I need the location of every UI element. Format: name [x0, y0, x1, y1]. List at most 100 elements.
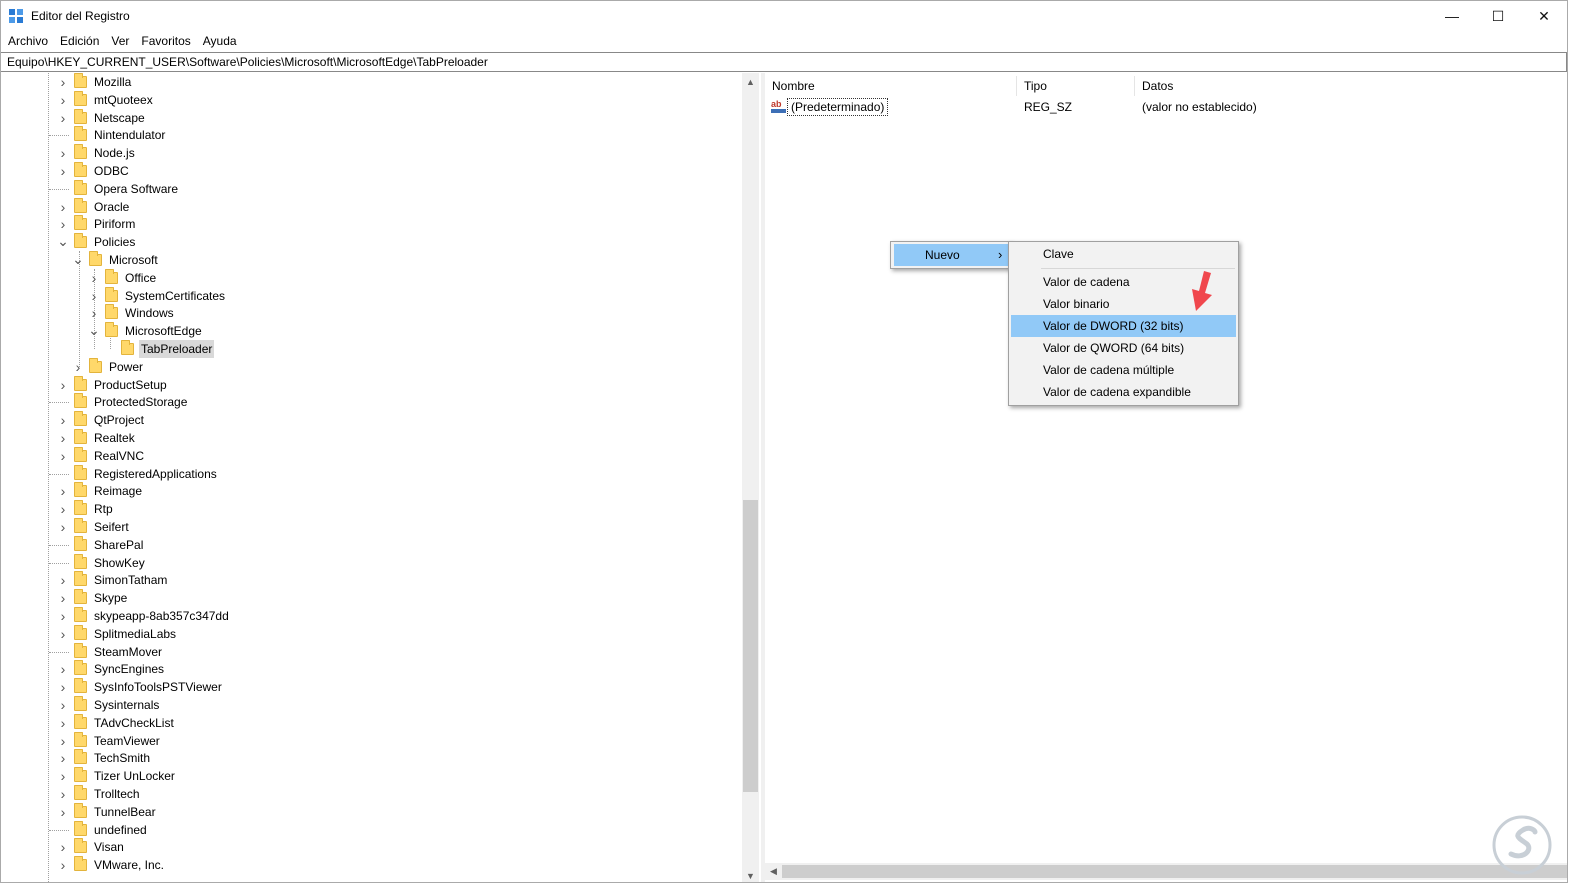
chevron-right-icon[interactable]: › — [56, 518, 70, 536]
chevron-right-icon[interactable]: › — [56, 625, 70, 643]
menu-item-nuevo[interactable]: Nuevo › — [894, 244, 1008, 266]
tree-item[interactable]: › Piriform — [56, 215, 137, 233]
chevron-right-icon[interactable]: › — [56, 749, 70, 767]
tree-item[interactable]: Opera Software — [56, 179, 180, 198]
tree-item[interactable]: › Reimage — [56, 482, 144, 500]
tree-item[interactable]: TabPreloader — [103, 340, 215, 358]
menu-favoritos[interactable]: Favoritos — [135, 32, 196, 51]
tree-item[interactable]: › Realtek — [56, 429, 137, 447]
tree-item[interactable]: › SystemCertificates — [87, 286, 227, 305]
chevron-right-icon[interactable]: › — [56, 571, 70, 589]
tree-item[interactable]: › Power — [71, 357, 145, 376]
menu-edicion[interactable]: Edición — [54, 32, 105, 51]
tree-item[interactable]: › SplitmediaLabs — [56, 624, 178, 643]
tree-item[interactable]: ⌄ Microsoft — [71, 251, 160, 269]
chevron-right-icon[interactable]: › — [56, 429, 70, 447]
tree-item[interactable]: › Rtp — [56, 500, 115, 518]
minimize-button[interactable]: — — [1429, 1, 1475, 31]
tree-item[interactable]: › TunnelBear — [56, 802, 158, 821]
chevron-right-icon[interactable]: › — [56, 785, 70, 803]
chevron-down-icon[interactable]: ⌄ — [56, 233, 70, 251]
tree-item[interactable]: RegisteredApplications — [56, 464, 219, 483]
tree-item[interactable]: › skypeapp-8ab357c347dd — [56, 607, 231, 625]
tree-item[interactable]: ProtectedStorage — [56, 393, 189, 411]
tree-item[interactable]: › Seifert — [56, 518, 131, 536]
tree-item[interactable]: › TechSmith — [56, 749, 152, 767]
tree-item[interactable]: ShowKey — [56, 553, 147, 572]
tree-item[interactable]: › Skype — [56, 589, 129, 607]
tree-item[interactable]: › Windows — [87, 304, 176, 322]
chevron-right-icon[interactable]: › — [56, 215, 70, 233]
chevron-right-icon[interactable]: › — [56, 678, 70, 696]
tree-item[interactable]: › ProductSetup — [56, 375, 169, 394]
menu-archivo[interactable]: Archivo — [1, 32, 54, 51]
chevron-down-icon[interactable]: ⌄ — [71, 251, 85, 269]
address-bar[interactable]: Equipo\HKEY_CURRENT_USER\Software\Polici… — [1, 52, 1567, 72]
chevron-right-icon[interactable]: › — [56, 607, 70, 625]
chevron-right-icon[interactable]: › — [56, 714, 70, 732]
tree-item[interactable]: › TAdvCheckList — [56, 713, 176, 732]
maximize-button[interactable]: ☐ — [1475, 1, 1521, 31]
chevron-right-icon[interactable]: › — [71, 358, 85, 376]
chevron-right-icon[interactable]: › — [56, 73, 70, 91]
menu-item-valor-multiple[interactable]: Valor de cadena múltiple — [1011, 359, 1236, 381]
chevron-right-icon[interactable]: › — [56, 803, 70, 821]
tree-item[interactable]: › Tizer UnLocker — [56, 767, 177, 785]
chevron-right-icon[interactable]: › — [56, 162, 70, 180]
close-button[interactable]: ✕ — [1521, 1, 1567, 31]
chevron-down-icon[interactable]: ⌄ — [87, 322, 101, 340]
tree-item[interactable]: › Trolltech — [56, 785, 142, 803]
tree-item[interactable]: › Sysinternals — [56, 696, 161, 714]
chevron-right-icon[interactable]: › — [56, 376, 70, 394]
tree-item[interactable]: › ODBC — [56, 162, 131, 180]
tree-item[interactable]: Nintendulator — [56, 126, 167, 144]
chevron-right-icon[interactable]: › — [87, 304, 101, 322]
tree-item[interactable]: › QtProject — [56, 411, 146, 429]
chevron-right-icon[interactable]: › — [56, 696, 70, 714]
menu-item-clave[interactable]: Clave — [1011, 243, 1236, 265]
chevron-right-icon[interactable]: › — [56, 447, 70, 465]
list-horizontal-scrollbar[interactable]: ◀ — [765, 863, 1567, 880]
scroll-up-arrow-icon[interactable]: ▲ — [742, 73, 759, 90]
chevron-right-icon[interactable]: › — [56, 767, 70, 785]
chevron-right-icon[interactable]: › — [56, 838, 70, 856]
tree-vertical-scrollbar[interactable]: ▲ ▼ — [742, 73, 759, 882]
chevron-right-icon[interactable]: › — [56, 91, 70, 109]
menu-item-valor-qword[interactable]: Valor de QWORD (64 bits) — [1011, 337, 1236, 359]
chevron-right-icon[interactable]: › — [87, 287, 101, 305]
chevron-right-icon[interactable]: › — [56, 144, 70, 162]
tree-item[interactable]: › Node.js — [56, 144, 137, 162]
scroll-left-arrow-icon[interactable]: ◀ — [765, 863, 782, 880]
chevron-right-icon[interactable]: › — [56, 732, 70, 750]
column-tipo[interactable]: Tipo — [1017, 76, 1135, 96]
tree-item[interactable]: SteamMover — [56, 642, 164, 661]
scroll-down-arrow-icon[interactable]: ▼ — [742, 867, 759, 882]
chevron-right-icon[interactable]: › — [87, 269, 101, 287]
menu-item-valor-dword[interactable]: Valor de DWORD (32 bits) — [1011, 315, 1236, 337]
tree-item[interactable]: › Visan — [56, 838, 126, 856]
column-datos[interactable]: Datos — [1135, 76, 1567, 96]
tree-item[interactable]: › SysInfoToolsPSTViewer — [56, 678, 224, 696]
chevron-right-icon[interactable]: › — [56, 109, 70, 127]
chevron-right-icon[interactable]: › — [56, 589, 70, 607]
tree-item[interactable]: › SyncEngines — [56, 660, 166, 678]
tree-item[interactable]: ⌄ MicrosoftEdge — [87, 322, 204, 340]
tree-item[interactable]: › SimonTatham — [56, 571, 169, 589]
chevron-right-icon[interactable]: › — [56, 411, 70, 429]
menu-ver[interactable]: Ver — [105, 32, 135, 51]
chevron-right-icon[interactable]: › — [56, 198, 70, 216]
tree-item[interactable]: › RealVNC — [56, 446, 146, 465]
registry-tree[interactable]: › Mozilla › mtQuoteex › Netscape Nintendulator… — [1, 73, 761, 882]
values-list[interactable]: Nombre Tipo Datos ab (Predeterminado) RE… — [765, 73, 1567, 882]
tree-item[interactable]: › Netscape — [56, 108, 147, 127]
tree-item[interactable]: SharePal — [56, 535, 145, 554]
tree-item[interactable]: › VMware, Inc. — [56, 856, 166, 874]
chevron-right-icon[interactable]: › — [56, 500, 70, 518]
tree-item[interactable]: › TeamViewer — [56, 731, 162, 750]
tree-item[interactable]: ⌄ Policies — [56, 233, 137, 251]
tree-item[interactable]: › mtQuoteex — [56, 90, 155, 109]
tree-item[interactable]: › Oracle — [56, 197, 131, 216]
chevron-right-icon[interactable]: › — [56, 482, 70, 500]
tree-item[interactable]: › Mozilla — [56, 73, 133, 91]
column-nombre[interactable]: Nombre — [765, 76, 1017, 96]
